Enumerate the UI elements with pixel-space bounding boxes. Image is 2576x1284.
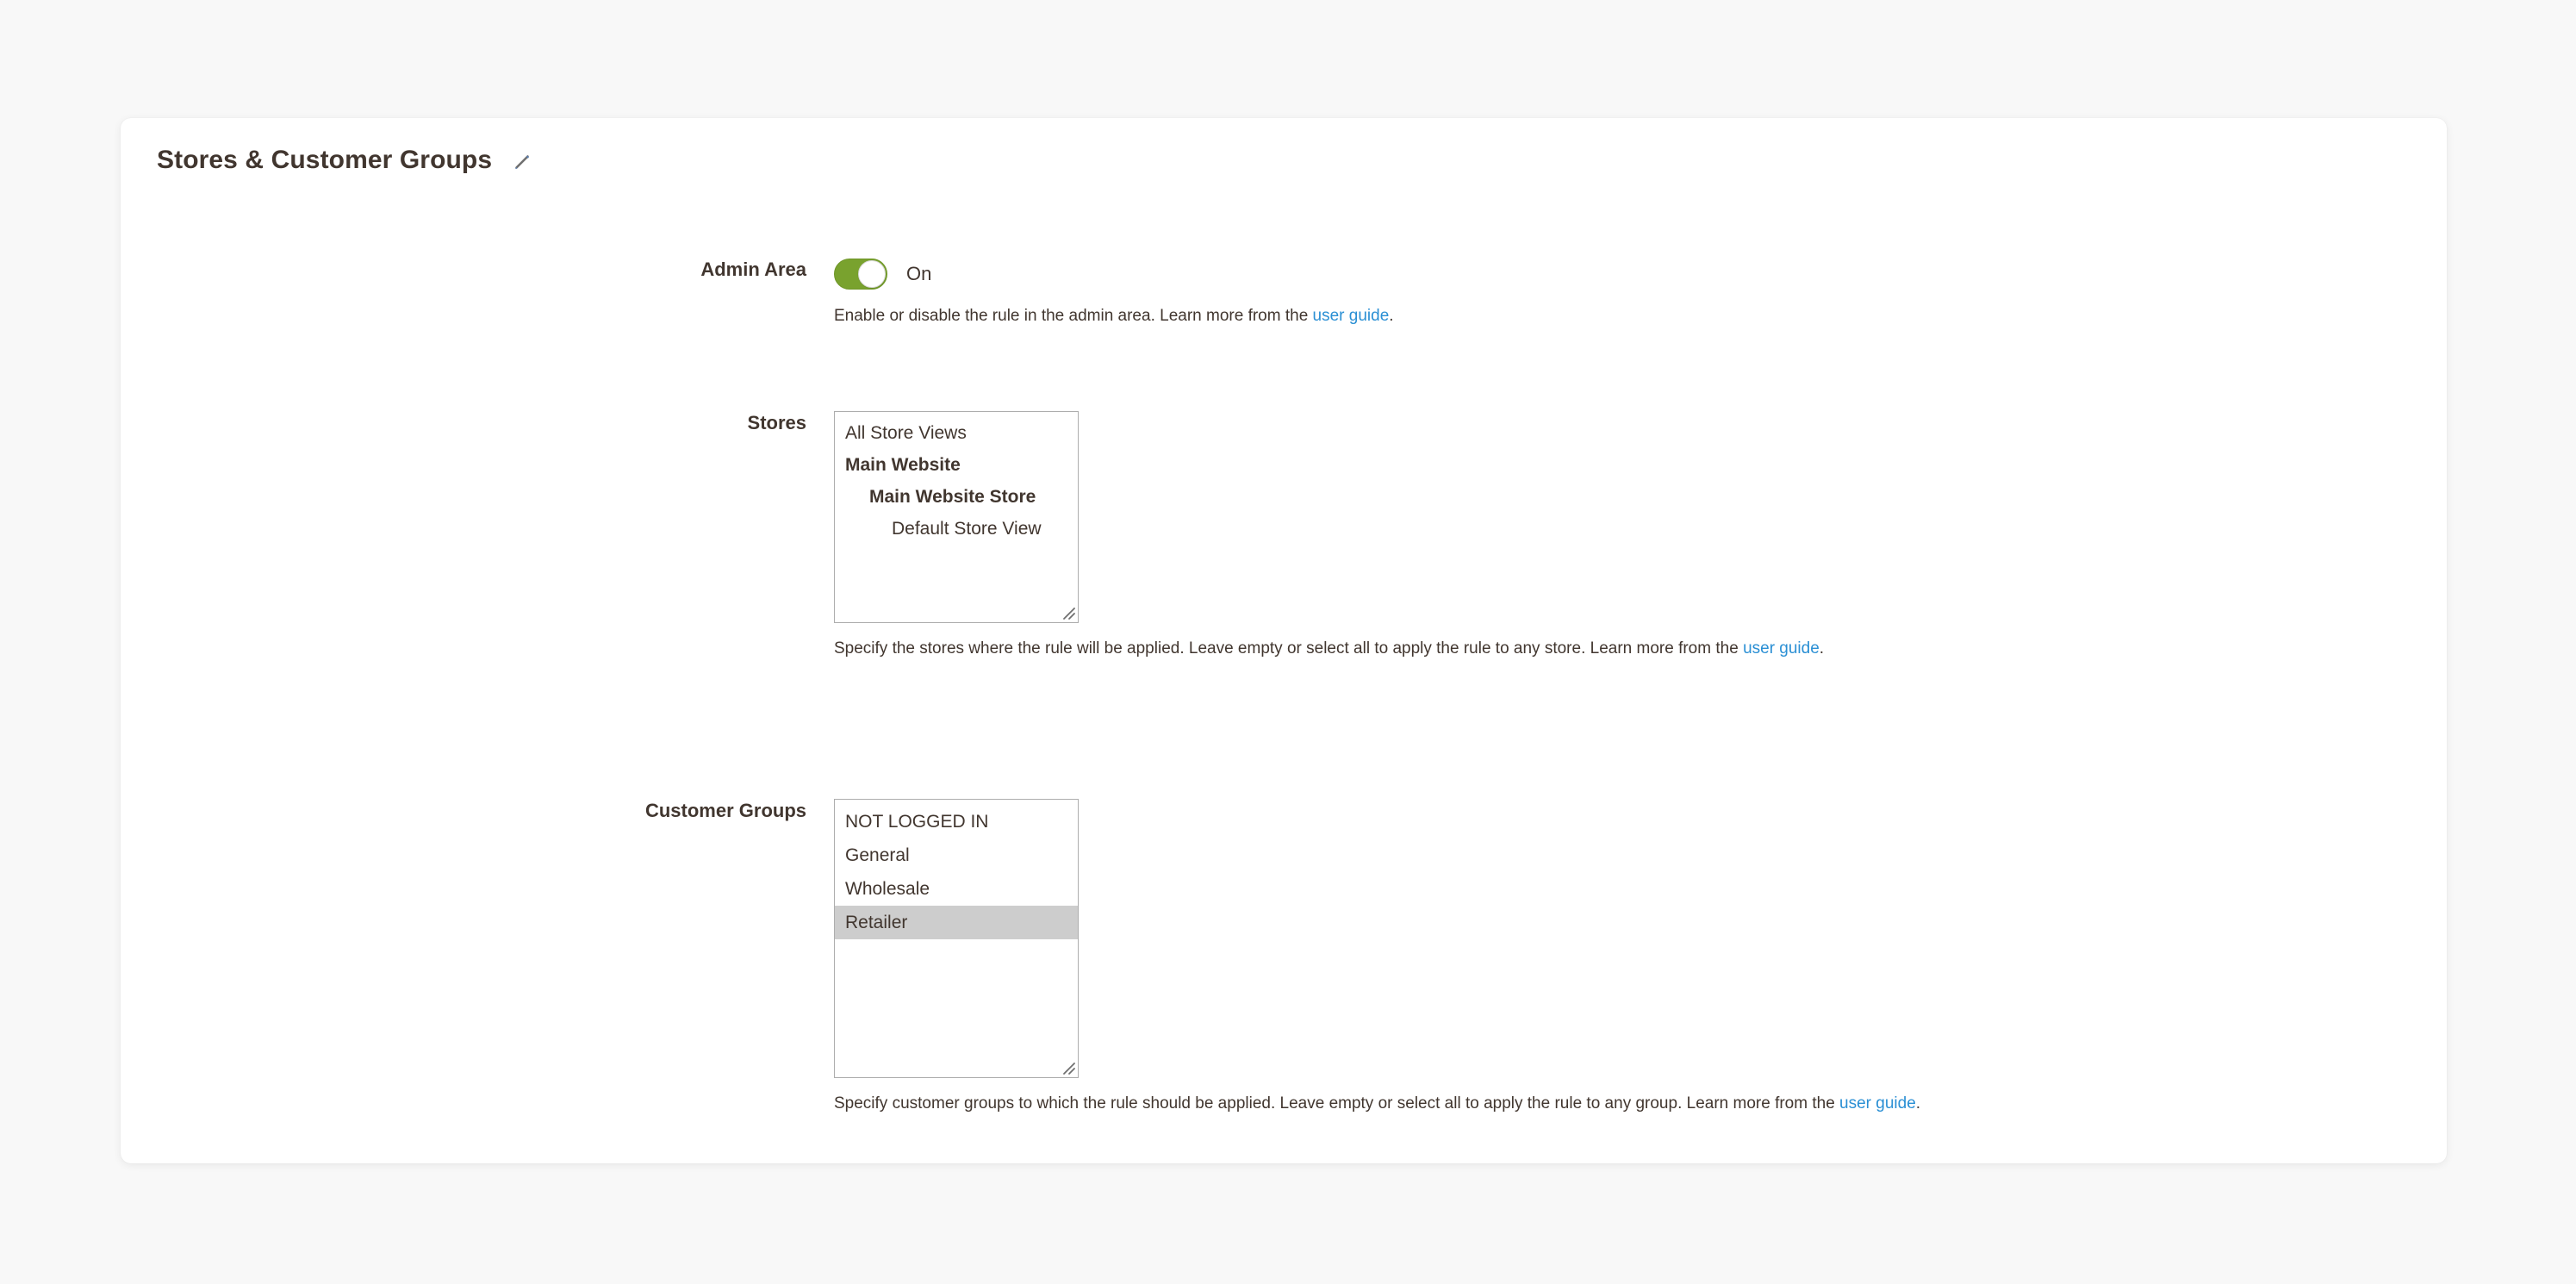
page-title: Stores & Customer Groups <box>157 146 493 174</box>
stores-help-before: Specify the stores where the rule will b… <box>834 639 1744 658</box>
stores-option[interactable]: All Store Views <box>835 417 1078 449</box>
customer-group-option[interactable]: General <box>835 838 1078 872</box>
admin-area-help-after: . <box>1389 307 1394 325</box>
customer-groups-multiselect[interactable]: NOT LOGGED IN General Wholesale Retailer <box>834 799 1079 1078</box>
toggle-knob <box>858 260 886 288</box>
admin-area-help-text: Enable or disable the rule in the admin … <box>834 304 2447 329</box>
stores-customer-groups-card: Stores & Customer Groups Admin Area On E… <box>121 118 2447 1163</box>
stores-help-after: . <box>1819 639 1825 658</box>
customer-groups-help-after: . <box>1915 1094 1921 1113</box>
stores-option[interactable]: Main Website Store <box>835 481 1078 513</box>
stores-multiselect[interactable]: All Store Views Main Website Main Websit… <box>834 411 1079 623</box>
admin-area-control: On Enable or disable the rule in the adm… <box>834 258 2447 329</box>
form-row-admin-area: Admin Area On Enable or disable the rule… <box>121 258 2447 329</box>
form-row-customer-groups: Customer Groups NOT LOGGED IN General Wh… <box>121 799 2447 1117</box>
customer-group-option-selected[interactable]: Retailer <box>835 906 1078 939</box>
admin-area-user-guide-link[interactable]: user guide <box>1313 307 1390 325</box>
customer-groups-help-before: Specify customer groups to which the rul… <box>834 1094 1840 1113</box>
stores-control: All Store Views Main Website Main Websit… <box>834 411 2447 662</box>
stores-user-guide-link[interactable]: user guide <box>1743 639 1820 658</box>
stores-option[interactable]: Main Website <box>835 449 1078 481</box>
stores-label: Stores <box>747 412 806 433</box>
customer-group-option[interactable]: NOT LOGGED IN <box>835 805 1078 838</box>
admin-area-help-before: Enable or disable the rule in the admin … <box>834 307 1313 325</box>
stores-option[interactable]: Default Store View <box>835 513 1078 545</box>
customer-group-option[interactable]: Wholesale <box>835 872 1078 906</box>
resize-grip-icon[interactable] <box>1057 601 1076 620</box>
pencil-icon[interactable] <box>509 149 535 175</box>
resize-grip-icon[interactable] <box>1057 1056 1076 1075</box>
admin-area-toggle[interactable] <box>834 259 887 290</box>
customer-groups-control: NOT LOGGED IN General Wholesale Retailer <box>834 799 2447 1117</box>
admin-area-toggle-state: On <box>906 263 932 284</box>
form-row-stores: Stores All Store Views Main Website Main… <box>121 411 2447 662</box>
page-root: Stores & Customer Groups Admin Area On E… <box>0 0 2576 1284</box>
customer-groups-help-text: Specify customer groups to which the rul… <box>834 1092 2447 1117</box>
admin-area-label: Admin Area <box>700 259 806 280</box>
stores-help-text: Specify the stores where the rule will b… <box>834 637 2447 662</box>
customer-groups-user-guide-link[interactable]: user guide <box>1839 1094 1916 1113</box>
admin-area-toggle-line: On <box>834 258 2447 290</box>
card-header: Stores & Customer Groups <box>157 146 535 175</box>
customer-groups-label: Customer Groups <box>644 800 806 821</box>
